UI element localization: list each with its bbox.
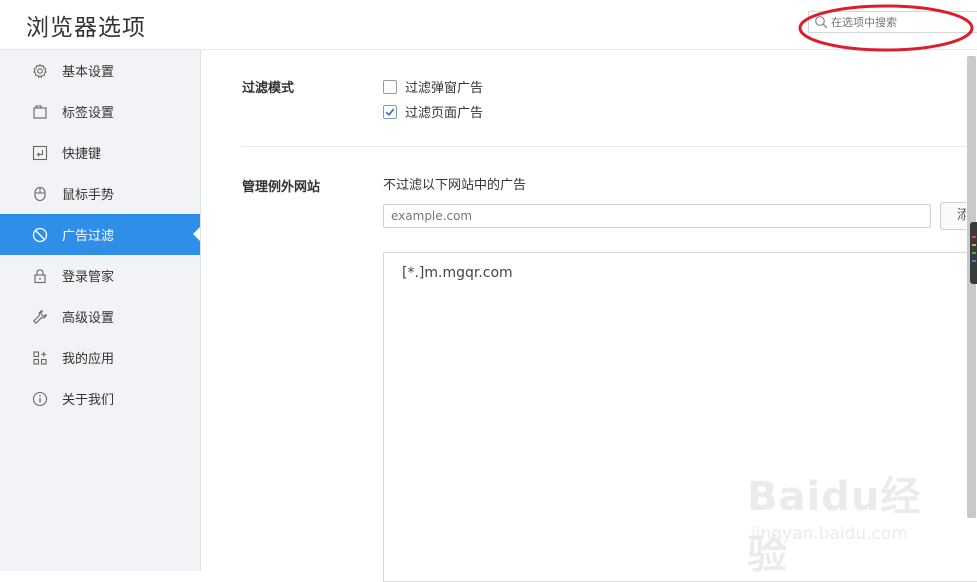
sidebar-item-label: 快捷键 (62, 147, 102, 162)
sidebar-item-label: 鼠标手势 (62, 188, 115, 203)
exceptions-label: 管理例外网站 (242, 180, 321, 195)
sidebar-item-mouse-gestures[interactable]: 鼠标手势 (0, 173, 200, 214)
list-item[interactable]: [*.]m.mgqr.com (402, 265, 513, 281)
gear-icon (31, 62, 49, 80)
search-input[interactable] (829, 12, 977, 32)
page-title: 浏览器选项 (26, 15, 146, 41)
sidebar-item-login-manager[interactable]: 登录管家 (0, 255, 200, 296)
block-icon (31, 226, 49, 244)
sidebar-item-tab-settings[interactable]: 标签设置 (0, 91, 200, 132)
search-icon (815, 16, 828, 29)
filter-mode-label: 过滤模式 (242, 81, 295, 96)
sidebar-item-label: 标签设置 (62, 106, 115, 121)
sidebar-item-ad-filter[interactable]: 广告过滤 (0, 214, 200, 255)
main-content: 过滤模式 过滤弹窗广告 过滤页面广告 管理例外网站 不过滤以下网站中的广告 添 … (201, 50, 977, 582)
exception-site-list[interactable]: [*.]m.mgqr.com (383, 252, 977, 582)
sidebar-item-advanced-settings[interactable]: 高级设置 (0, 296, 200, 337)
sidebar-item-label: 高级设置 (62, 311, 115, 326)
lock-icon (31, 267, 49, 285)
active-indicator (193, 227, 200, 241)
search-box[interactable] (808, 11, 977, 33)
wrench-icon (31, 308, 49, 326)
sidebar-item-my-apps[interactable]: 我的应用 (0, 337, 200, 378)
mouse-icon (31, 185, 49, 203)
checkmark-icon (385, 107, 395, 116)
sidebar-item-label: 登录管家 (62, 270, 115, 285)
tabs-icon (31, 103, 49, 121)
filter-popup-ads-option[interactable]: 过滤弹窗广告 (383, 77, 483, 96)
checkbox-checked[interactable] (383, 104, 397, 119)
sidebar-item-label: 我的应用 (62, 352, 115, 367)
sidebar: 基本设置 标签设置 快捷键 鼠标手势 广告过滤 登录管家 高级设置 我的应用 关… (0, 50, 201, 571)
sidebar-item-label: 基本设置 (62, 65, 115, 80)
checkbox[interactable] (383, 79, 397, 94)
keyboard-shortcut-icon (31, 144, 49, 162)
apps-icon (31, 349, 49, 367)
scrollbar-thumb[interactable] (967, 56, 976, 518)
sidebar-item-label: 广告过滤 (62, 229, 115, 244)
checkbox-label: 过滤弹窗广告 (405, 81, 484, 96)
checkbox-label: 过滤页面广告 (405, 106, 484, 121)
exceptions-description: 不过滤以下网站中的广告 (383, 178, 527, 193)
sidebar-item-shortcuts[interactable]: 快捷键 (0, 132, 200, 173)
info-icon (31, 390, 49, 408)
section-divider (242, 146, 977, 147)
side-widget[interactable] (970, 222, 977, 284)
site-input[interactable] (383, 204, 931, 228)
sidebar-item-about-us[interactable]: 关于我们 (0, 378, 200, 419)
filter-page-ads-option[interactable]: 过滤页面广告 (383, 102, 483, 121)
sidebar-item-label: 关于我们 (62, 393, 115, 408)
sidebar-item-basic-settings[interactable]: 基本设置 (0, 50, 200, 91)
header: 浏览器选项 (0, 0, 977, 52)
